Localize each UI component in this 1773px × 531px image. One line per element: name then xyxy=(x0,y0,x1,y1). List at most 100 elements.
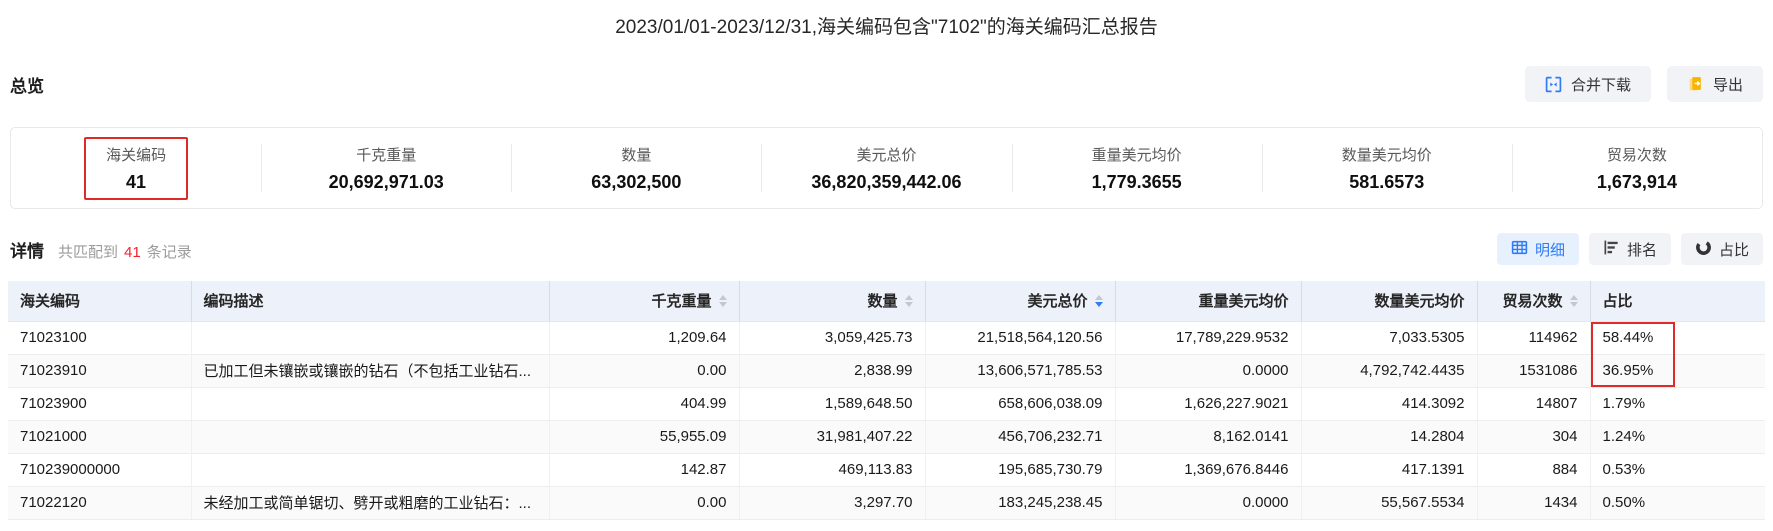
table-row[interactable]: 71023100 1,209.64 3,059,425.73 21,518,56… xyxy=(8,321,1765,355)
stat-label: 数量美元均价 xyxy=(1341,146,1432,164)
cell-kg-weight: 142.87 xyxy=(549,453,740,487)
tab-share-view[interactable]: 占比 xyxy=(1680,233,1763,265)
cell-weight-avg-price: 1,369,676.8446 xyxy=(1115,453,1302,487)
table-row[interactable]: 71021000 55,955.09 31,981,407.22 456,706… xyxy=(8,420,1765,454)
cell-trade-count: 114962 xyxy=(1477,321,1591,355)
match-text: 共匹配到 41 条记录 xyxy=(58,241,192,262)
stat-label: 海关编码 xyxy=(106,146,167,164)
stat-qty-avg-price: 数量美元均价 581.6573 xyxy=(1261,128,1512,208)
table-row[interactable]: 71022120 未经加工或简单锯切、劈开或粗磨的工业钻石：... 0.00 3… xyxy=(8,486,1765,520)
stat-label: 美元总价 xyxy=(856,146,917,164)
cell-customs-code: 710239000000 xyxy=(8,453,192,487)
rank-bars-icon xyxy=(1603,239,1620,260)
sort-icon[interactable] xyxy=(1569,294,1578,307)
cell-share: 1.79% xyxy=(1590,387,1765,421)
stat-label: 数量 xyxy=(621,146,652,164)
match-prefix: 共匹配到 xyxy=(58,243,119,261)
sort-icon[interactable] xyxy=(718,294,727,307)
stat-label: 千克重量 xyxy=(356,146,417,164)
stat-value: 63,302,500 xyxy=(591,171,682,192)
tab-label: 排名 xyxy=(1626,241,1657,259)
cell-quantity: 3,059,425.73 xyxy=(739,321,926,355)
merge-download-button[interactable]: 合并下载 xyxy=(1524,66,1651,102)
stat-customs-code: 海关编码 41 xyxy=(11,128,261,208)
table-row[interactable]: 71023900 404.99 1,589,648.50 658,606,038… xyxy=(8,387,1765,421)
cell-usd-total: 183,245,238.45 xyxy=(925,486,1116,520)
cell-qty-avg-price: 14.2804 xyxy=(1301,420,1478,454)
cell-usd-total: 456,706,232.71 xyxy=(925,420,1116,454)
stat-usd-total: 美元总价 36,820,359,442.06 xyxy=(761,128,1011,208)
cell-share: 1.24% xyxy=(1590,420,1765,454)
stat-weight-avg-price: 重量美元均价 1,779.3655 xyxy=(1011,128,1262,208)
tab-label: 明细 xyxy=(1534,241,1565,259)
cell-customs-code: 71022120 xyxy=(8,486,192,520)
stat-label: 贸易次数 xyxy=(1606,146,1667,164)
cell-weight-avg-price: 1,626,227.9021 xyxy=(1115,387,1302,421)
cell-trade-count: 14807 xyxy=(1477,387,1591,421)
stat-value: 41 xyxy=(126,171,147,192)
details-heading: 详情 xyxy=(10,241,44,261)
cell-kg-weight: 0.00 xyxy=(549,486,740,520)
cell-trade-count: 304 xyxy=(1477,420,1591,454)
col-header-customs-code: 海关编码 xyxy=(8,281,192,322)
cell-kg-weight: 1,209.64 xyxy=(549,321,740,355)
cell-qty-avg-price: 414.3092 xyxy=(1301,387,1478,421)
cell-quantity: 1,589,648.50 xyxy=(739,387,926,421)
cell-kg-weight: 55,955.09 xyxy=(549,420,740,454)
view-toggle: 明细 排名 占比 xyxy=(1496,233,1763,265)
tab-detail-view[interactable]: 明细 xyxy=(1496,233,1579,265)
stat-trade-count: 贸易次数 1,673,914 xyxy=(1511,128,1762,208)
cell-quantity: 3,297.70 xyxy=(739,486,926,520)
cell-trade-count: 1531086 xyxy=(1477,354,1591,388)
overview-header: 总览 合并下载 导出 xyxy=(10,65,1763,103)
cell-customs-code: 71021000 xyxy=(8,420,192,454)
cell-usd-total: 21,518,564,120.56 xyxy=(925,321,1116,355)
export-button[interactable]: 导出 xyxy=(1666,66,1763,102)
table-row[interactable]: 710239000000 142.87 469,113.83 195,685,7… xyxy=(8,453,1765,487)
page-title: 2023/01/01-2023/12/31,海关编码包含"7102"的海关编码汇… xyxy=(615,17,1158,38)
col-header-trade-count[interactable]: 贸易次数 xyxy=(1477,281,1591,322)
export-label: 导出 xyxy=(1712,76,1743,94)
cell-share: 36.95% xyxy=(1590,354,1765,388)
cell-description xyxy=(191,453,550,487)
details-table-wrap: 海关编码 编码描述 千克重量 数量 美元总价 重量美元均价 数量美元均价 贸易次… xyxy=(8,281,1765,520)
sort-icon-active-desc[interactable] xyxy=(1094,294,1103,307)
cell-description xyxy=(191,387,550,421)
col-header-usd-total[interactable]: 美元总价 xyxy=(925,281,1116,322)
overview-stats-card: 海关编码 41 千克重量 20,692,971.03 数量 63,302,500… xyxy=(10,127,1763,209)
cell-share: 58.44% xyxy=(1590,321,1765,355)
col-header-quantity[interactable]: 数量 xyxy=(739,281,926,322)
match-suffix: 条记录 xyxy=(146,243,192,261)
cell-qty-avg-price: 55,567.5534 xyxy=(1301,486,1478,520)
cell-weight-avg-price: 0.0000 xyxy=(1115,354,1302,388)
cell-customs-code: 71023910 xyxy=(8,354,192,388)
details-header: 详情 共匹配到 41 条记录 明细 排名 占比 xyxy=(10,233,1763,265)
tab-label: 占比 xyxy=(1718,241,1749,259)
cell-quantity: 2,838.99 xyxy=(739,354,926,388)
cell-trade-count: 1434 xyxy=(1477,486,1591,520)
stat-value: 1,673,914 xyxy=(1596,171,1677,192)
col-header-qty-avg-price: 数量美元均价 xyxy=(1301,281,1478,322)
col-header-share: 占比 xyxy=(1590,281,1765,322)
stat-value: 36,820,359,442.06 xyxy=(811,171,962,192)
overview-heading: 总览 xyxy=(10,76,44,96)
cell-usd-total: 658,606,038.09 xyxy=(925,387,1116,421)
cell-usd-total: 13,606,571,785.53 xyxy=(925,354,1116,388)
cell-trade-count: 884 xyxy=(1477,453,1591,487)
cell-usd-total: 195,685,730.79 xyxy=(925,453,1116,487)
highlight-box: 海关编码 41 xyxy=(84,136,189,200)
overview-actions: 合并下载 导出 xyxy=(1524,66,1763,102)
cell-description: 已加工但未镶嵌或镶嵌的钻石（不包括工业钻石... xyxy=(191,354,550,388)
sort-icon[interactable] xyxy=(904,294,913,307)
cell-qty-avg-price: 7,033.5305 xyxy=(1301,321,1478,355)
tab-rank-view[interactable]: 排名 xyxy=(1588,233,1671,265)
match-count: 41 xyxy=(124,243,141,261)
col-header-kg-weight[interactable]: 千克重量 xyxy=(549,281,740,322)
cell-share: 0.50% xyxy=(1590,486,1765,520)
table-row[interactable]: 71023910 已加工但未镶嵌或镶嵌的钻石（不包括工业钻石... 0.00 2… xyxy=(8,354,1765,388)
col-header-description: 编码描述 xyxy=(191,281,550,322)
cell-customs-code: 71023900 xyxy=(8,387,192,421)
stat-value: 581.6573 xyxy=(1349,171,1425,192)
cell-kg-weight: 0.00 xyxy=(549,354,740,388)
cell-description: 未经加工或简单锯切、劈开或粗磨的工业钻石：... xyxy=(191,486,550,520)
